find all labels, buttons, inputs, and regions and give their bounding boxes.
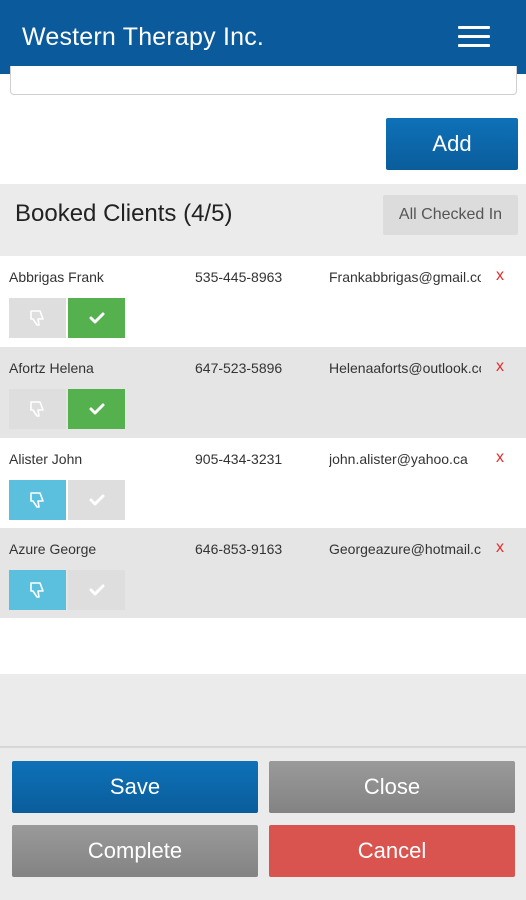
checkmark-icon[interactable] — [68, 570, 125, 610]
app-title: Western Therapy Inc. — [22, 22, 265, 51]
client-email: john.alister@yahoo.ca — [329, 451, 468, 467]
add-button[interactable]: Add — [386, 118, 518, 170]
thumbs-down-icon[interactable] — [9, 480, 66, 520]
attendance-toggle — [9, 570, 125, 610]
footer-divider — [0, 746, 526, 748]
attendance-toggle — [9, 298, 125, 338]
client-row: Azure George 646-853-9163 Georgeazure@ho… — [0, 528, 526, 619]
app-header: Western Therapy Inc. — [0, 0, 526, 74]
thumbs-down-icon[interactable] — [9, 298, 66, 338]
attendance-toggle — [9, 389, 125, 429]
client-phone: 535-445-8963 — [195, 269, 283, 285]
remove-client-icon[interactable]: x — [496, 358, 504, 376]
attendance-toggle — [9, 480, 125, 520]
client-phone: 646-853-9163 — [195, 541, 283, 557]
cancel-button[interactable]: Cancel — [269, 825, 515, 877]
client-row: Abbrigas Frank 535-445-8963 Frankabbriga… — [0, 256, 526, 347]
client-name: Afortz Helena — [9, 360, 94, 376]
client-name: Abbrigas Frank — [9, 269, 104, 285]
client-phone: 905-434-3231 — [195, 451, 283, 467]
client-row: Afortz Helena 647-523-5896 Helenaaforts@… — [0, 347, 526, 438]
booked-clients-header: Booked Clients (4/5) All Checked In — [0, 184, 526, 256]
remove-client-icon[interactable]: x — [496, 449, 504, 467]
client-phone: 647-523-5896 — [195, 360, 283, 376]
client-email: Frankabbrigas@gmail.com — [329, 269, 481, 285]
checkmark-icon[interactable] — [68, 298, 125, 338]
remove-client-icon[interactable]: x — [496, 539, 504, 557]
client-email: Helenaaforts@outlook.com — [329, 360, 481, 376]
thumbs-down-icon[interactable] — [9, 570, 66, 610]
complete-button[interactable]: Complete — [12, 825, 258, 877]
client-name: Azure George — [9, 541, 97, 557]
checkmark-icon[interactable] — [68, 389, 125, 429]
all-checked-in-button[interactable]: All Checked In — [383, 195, 518, 235]
save-button[interactable]: Save — [12, 761, 258, 813]
thumbs-down-icon[interactable] — [9, 389, 66, 429]
remove-client-icon[interactable]: x — [496, 267, 504, 285]
checkmark-icon[interactable] — [68, 480, 125, 520]
notes-input[interactable] — [10, 66, 517, 95]
client-row: Alister John 905-434-3231 john.alister@y… — [0, 438, 526, 529]
hamburger-menu-icon[interactable] — [458, 26, 490, 48]
list-empty-space — [0, 618, 526, 674]
booked-clients-title: Booked Clients (4/5) — [15, 200, 233, 227]
close-button[interactable]: Close — [269, 761, 515, 813]
client-name: Alister John — [9, 451, 83, 467]
client-email: Georgeazure@hotmail.com — [329, 541, 481, 557]
